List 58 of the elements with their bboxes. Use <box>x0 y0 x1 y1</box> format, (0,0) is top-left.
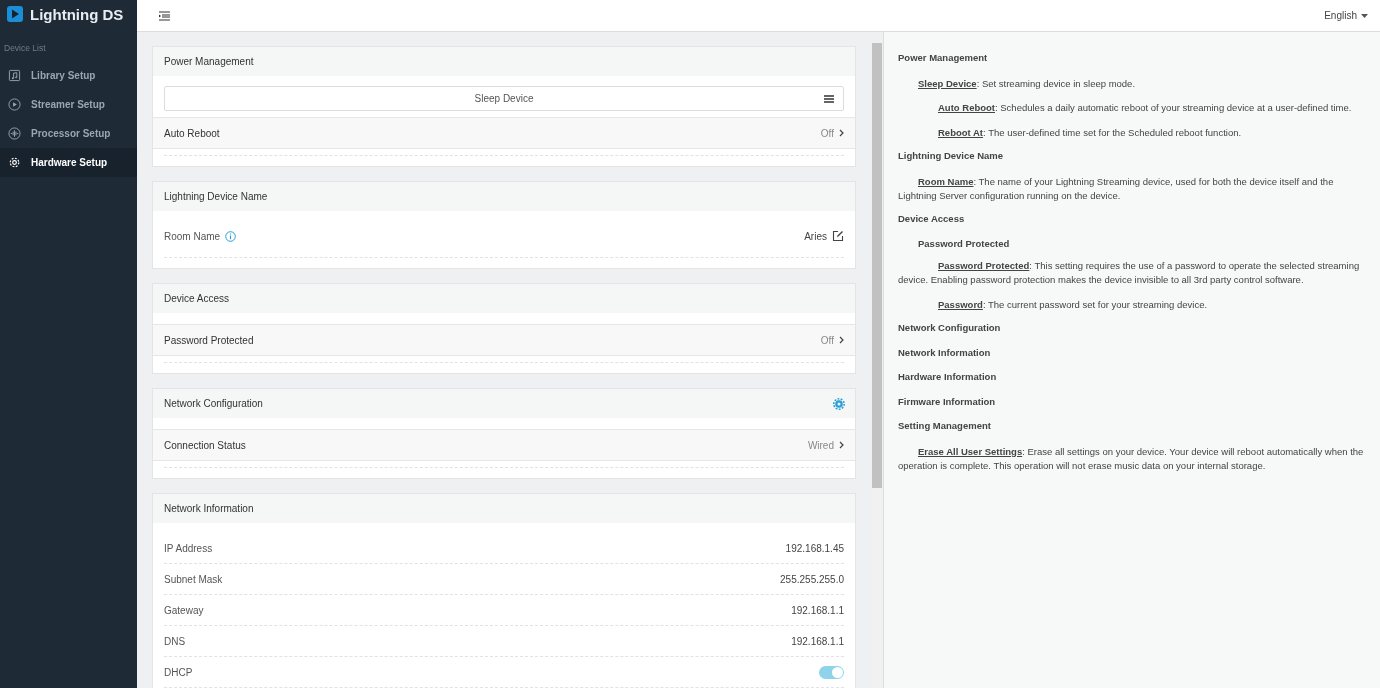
row-label: Gateway <box>164 604 204 616</box>
settings-icon <box>8 156 21 169</box>
row-value: 192.168.1.1 <box>791 635 844 647</box>
card-title: Network Configuration <box>164 398 263 409</box>
sidebar-item[interactable]: Processor Setup <box>0 119 137 148</box>
sleep-device-button[interactable]: Sleep Device <box>164 86 844 111</box>
sidebar-item[interactable]: Library Setup <box>0 61 137 90</box>
card-title: Lightning Device Name <box>164 191 268 202</box>
language-dropdown[interactable]: English <box>1324 10 1368 21</box>
music-note-icon <box>8 69 21 82</box>
caret-icon <box>1361 13 1368 18</box>
settings-row[interactable]: Password Protected Off <box>153 324 855 356</box>
card-title: Power Management <box>164 56 254 67</box>
help-heading: Setting Management <box>898 420 992 433</box>
room-name-value: Aries <box>804 230 827 242</box>
chevron-right-icon <box>839 129 844 137</box>
play-logo-icon <box>7 6 23 22</box>
help-heading: Device Access <box>898 213 966 226</box>
help-paragraph: Sleep Device: Set streaming device in sleep mode. <box>917 76 1137 91</box>
help-paragraph: Password: The current password set for your streaming device. <box>937 297 1209 312</box>
row-label: Room Name <box>164 230 221 242</box>
help-paragraph: Room Name: The name of your Lightning Streaming device, used for both the device itself and the Lightning Server configuration running on the device. <box>898 174 1335 203</box>
dhcp-toggle[interactable] <box>819 665 844 679</box>
help-paragraph: Reboot At: The user-defined time set for the Scheduled reboot function. <box>937 125 1243 140</box>
help-paragraph: Erase All User Settings: Erase all settings on your device. Your device will reboot automatically when the operation is complete. This operation will not erase music data on your internal storage. <box>898 444 1365 473</box>
row-value: 192.168.1.45 <box>785 542 844 554</box>
help-heading: Firmware Information <box>898 395 997 409</box>
chevron-right-icon <box>839 336 844 344</box>
help-heading: Network Configuration <box>898 322 1002 335</box>
app-title: Lightning DS <box>30 5 124 23</box>
help-paragraph: Auto Reboot: Schedules a daily automatic reboot of your streaming device at a user-defined time. <box>937 101 1353 115</box>
help-heading: Power Management <box>898 52 989 65</box>
menu-icon[interactable] <box>824 95 834 103</box>
info-icon[interactable] <box>225 230 237 242</box>
settings-row[interactable]: Auto Reboot Off <box>153 117 855 149</box>
settings-icon[interactable] <box>833 397 845 410</box>
row-label: DHCP <box>164 666 193 678</box>
row-value: 192.168.1.1 <box>791 604 844 616</box>
menu-icon[interactable] <box>159 10 171 21</box>
row-label: DNS <box>164 635 186 647</box>
edit-icon[interactable] <box>832 230 844 242</box>
row-label: Subnet Mask <box>164 573 223 585</box>
waveform-circle-icon <box>8 127 21 140</box>
help-paragraph: Password Protected: This setting requires the use of a password to operate the selected streaming device. Enabling password protection makes the device invisible to all 3rd party control software. <box>898 259 1361 287</box>
card-title: Network Information <box>164 503 254 514</box>
chevron-right-icon <box>839 441 844 449</box>
row-value: 255.255.255.0 <box>780 573 844 585</box>
sidebar-item[interactable]: Hardware Setup <box>0 148 137 177</box>
row-label: IP Address <box>164 542 213 554</box>
help-heading: Hardware Information <box>898 371 998 384</box>
sidebar-item[interactable]: Streamer Setup <box>0 90 137 119</box>
card-title: Device Access <box>164 293 230 304</box>
play-circle-icon <box>8 98 21 111</box>
sidebar-section-label: Device List <box>3 42 47 55</box>
help-heading: Lightning Device Name <box>898 150 1005 163</box>
settings-row[interactable]: Connection Status Wired <box>153 429 855 461</box>
help-subheading: Password Protected <box>917 237 1011 249</box>
help-heading: Network Information <box>898 346 992 360</box>
